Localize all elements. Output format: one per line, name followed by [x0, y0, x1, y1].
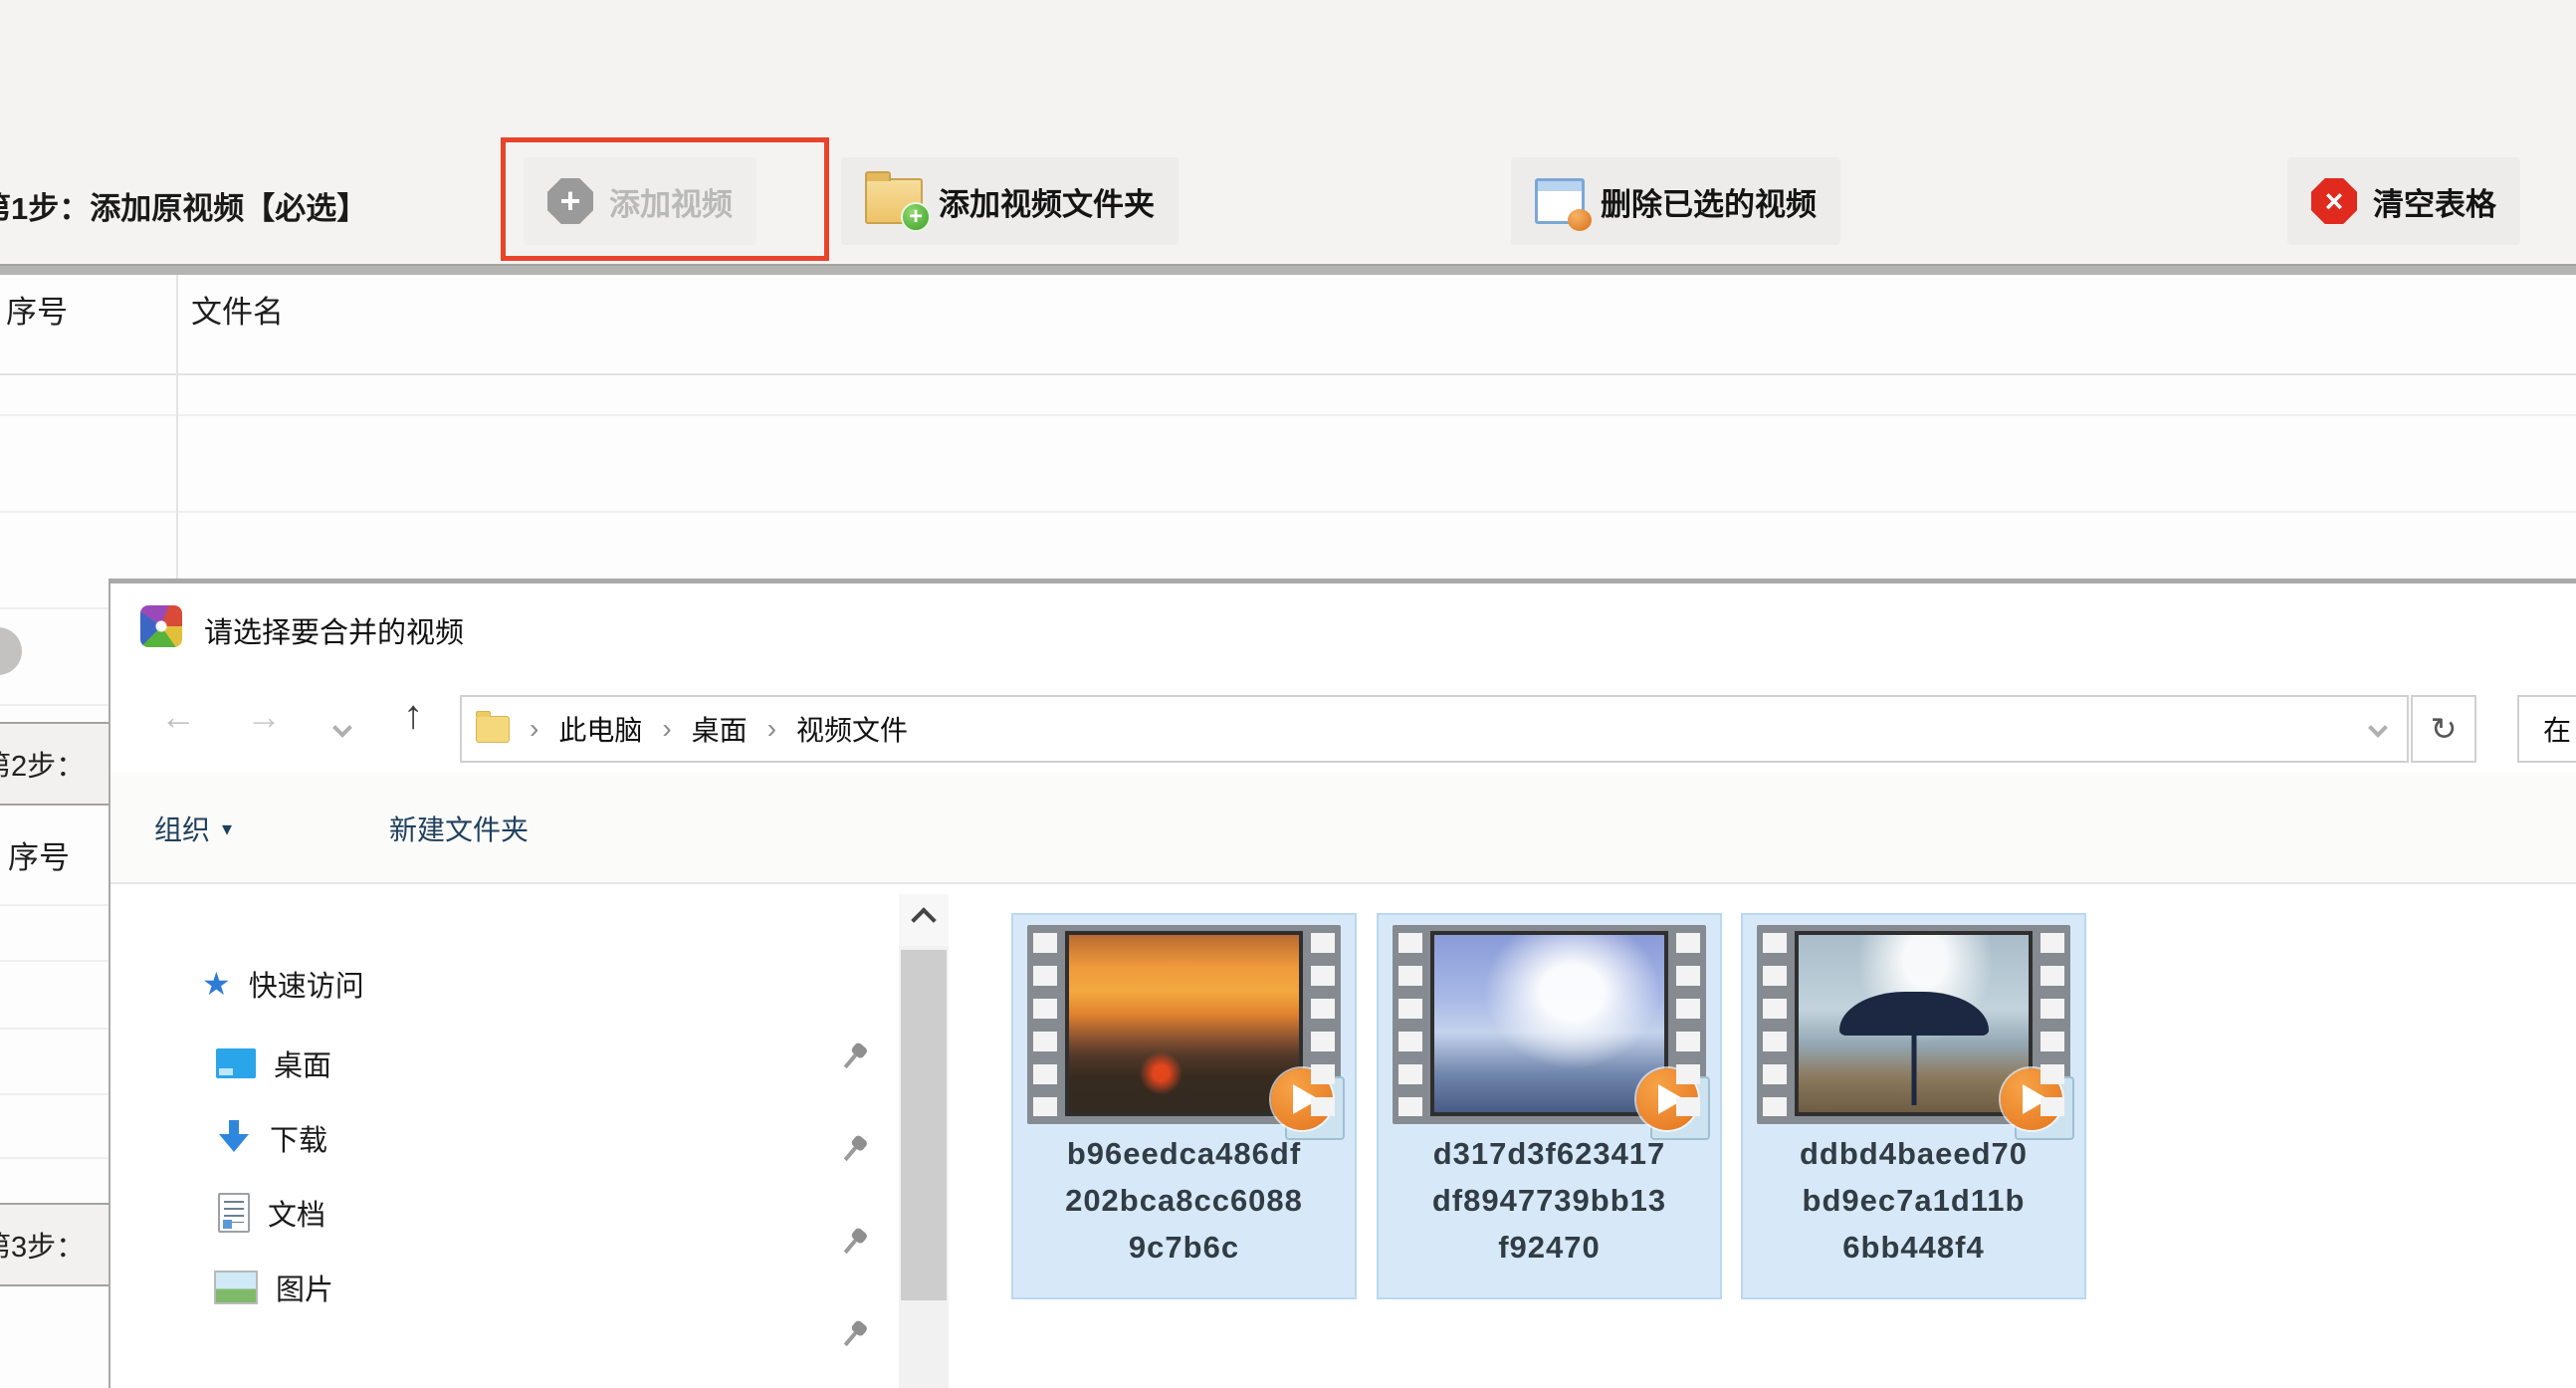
highlight-box: [501, 137, 829, 261]
delete-selected-label: 删除已选的视频: [1601, 186, 1817, 222]
scrollbar-thumb[interactable]: [901, 950, 947, 1300]
scroll-up-button[interactable]: [899, 894, 949, 946]
folder-plus-icon: [865, 171, 931, 232]
pin-icon: [843, 1329, 859, 1347]
beach-umbrella-scene-image: [1795, 931, 2033, 1116]
breadcrumb-this-pc[interactable]: 此电脑: [558, 709, 642, 749]
search-box[interactable]: 在: [2517, 695, 2576, 763]
sidebar-item-label: 图片: [276, 1274, 334, 1306]
organize-label: 组织: [154, 814, 211, 845]
sidebar-item-label: 桌面: [274, 1050, 332, 1082]
table-gridline: [0, 414, 2576, 416]
breadcrumb-desktop[interactable]: 桌面: [692, 709, 748, 749]
crumb-separator-icon: ›: [766, 713, 777, 744]
crumb-separator-icon: ›: [530, 713, 539, 744]
file-tile[interactable]: b96eedca486df 202bca8cc6088 9c7b6c: [1011, 913, 1357, 1299]
folder-icon: [476, 710, 510, 743]
pin-icon: [843, 1051, 859, 1069]
video-thumbnail: [1757, 925, 2074, 1140]
add-video-folder-button[interactable]: 添加视频文件夹: [841, 157, 1179, 245]
search-text: 在: [2543, 715, 2572, 746]
column-header-filename[interactable]: 文件名: [191, 287, 284, 332]
pin-icon: [843, 1237, 859, 1255]
table-gridline: [0, 1093, 108, 1095]
sky-sea-scene-image: [1430, 931, 1668, 1116]
chevron-up-icon: [911, 907, 937, 933]
back-button[interactable]: ←: [160, 699, 196, 735]
column-header-index[interactable]: 序号: [6, 287, 68, 332]
caret-down-icon: ▾: [222, 817, 233, 840]
history-chevron-icon[interactable]: [332, 718, 352, 738]
desktop-icon: [216, 1048, 256, 1078]
table-header-border: [0, 373, 2576, 375]
table-gridline: [0, 1028, 108, 1030]
pin-icon: [843, 1144, 859, 1162]
forward-button[interactable]: →: [246, 699, 282, 735]
screen: 第1步：添加原视频【必选】 + 添加视频 添加视频文件夹 删除已选的视频 × 清…: [0, 0, 2576, 1388]
sidebar-item-documents[interactable]: 文档: [218, 1189, 325, 1237]
breadcrumb-video-folder[interactable]: 视频文件: [796, 709, 908, 749]
new-folder-label: 新建文件夹: [389, 814, 530, 845]
delete-video-icon: [1535, 178, 1592, 231]
scrollbar[interactable]: [899, 894, 949, 1388]
sidebar-item-quick-access[interactable]: ★ 快速访问: [202, 960, 364, 1008]
new-folder-button[interactable]: 新建文件夹: [389, 809, 529, 848]
file-name: d317d3f623417 df8947739bb13 f92470: [1431, 1136, 1667, 1265]
crumb-separator-icon: ›: [662, 713, 672, 744]
file-name: b96eedca486df 202bca8cc6088 9c7b6c: [1065, 1136, 1303, 1265]
table-column-divider: [176, 275, 178, 578]
quick-access-star-icon: ★: [202, 966, 231, 1002]
document-icon: [218, 1193, 250, 1233]
app-left-strip: 第2步： 序号 第3步：: [0, 578, 108, 1388]
clear-icon: ×: [2311, 178, 2357, 224]
sidebar-item-label: 下载: [270, 1125, 328, 1157]
delete-selected-button[interactable]: 删除已选的视频: [1511, 157, 1840, 245]
table-gridline: [0, 904, 108, 906]
sunset-scene-image: [1065, 931, 1303, 1116]
address-bar[interactable]: › 此电脑 › 桌面 › 视频文件: [460, 695, 2409, 763]
video-table: 序号 文件名: [0, 275, 2576, 578]
table-gridline: [0, 511, 2576, 513]
file-tile[interactable]: d317d3f623417 df8947739bb13 f92470: [1377, 913, 1722, 1299]
download-arrow-icon: [216, 1120, 252, 1156]
refresh-button[interactable]: ↻: [2411, 695, 2476, 763]
table-gridline: [0, 960, 108, 962]
step1-label: 第1步：添加原视频【必选】: [0, 191, 368, 226]
address-dropdown-icon[interactable]: [2368, 718, 2388, 738]
app-icon: [140, 605, 182, 647]
file-tile[interactable]: ddbd4baeed70 bd9ec7a1d11b 6bb448f4: [1741, 913, 2086, 1299]
table-gridline: [0, 1157, 108, 1159]
quick-access-label: 快速访问: [248, 971, 364, 1003]
organize-button[interactable]: 组织 ▾: [154, 809, 232, 848]
step2-label: 第2步：: [0, 751, 86, 783]
step3-band: 第3步：: [0, 1203, 108, 1286]
table-gridline: [0, 704, 108, 706]
dialog-title: 请选择要合并的视频: [204, 617, 465, 649]
step3-label: 第3步：: [0, 1232, 86, 1264]
sidebar-item-pictures[interactable]: 图片: [214, 1264, 333, 1311]
up-button[interactable]: ↑: [403, 695, 423, 735]
video-thumbnail: [1027, 925, 1345, 1140]
file-dialog: 请选择要合并的视频 ← → ↑ › 此电脑 › 桌面 › 视频文件 ↻ 在 组织…: [108, 578, 2576, 1388]
sidebar-item-label: 文档: [268, 1200, 326, 1232]
sidebar-item-desktop[interactable]: 桌面: [216, 1040, 331, 1087]
step2-band: 第2步：: [0, 722, 108, 806]
video-thumbnail: [1393, 925, 1710, 1140]
clear-table-label: 清空表格: [2373, 186, 2496, 222]
add-video-folder-label: 添加视频文件夹: [939, 186, 1155, 222]
table-gridline: [0, 607, 108, 609]
picture-icon: [214, 1271, 258, 1304]
umbrella-pole-shape: [1911, 1024, 1916, 1105]
file-name: ddbd4baeed70 bd9ec7a1d11b 6bb448f4: [1799, 1136, 2029, 1265]
sidebar-item-downloads[interactable]: 下载: [216, 1114, 327, 1162]
clear-table-button[interactable]: × 清空表格: [2287, 157, 2520, 245]
column-header-index-2[interactable]: 序号: [8, 832, 70, 877]
